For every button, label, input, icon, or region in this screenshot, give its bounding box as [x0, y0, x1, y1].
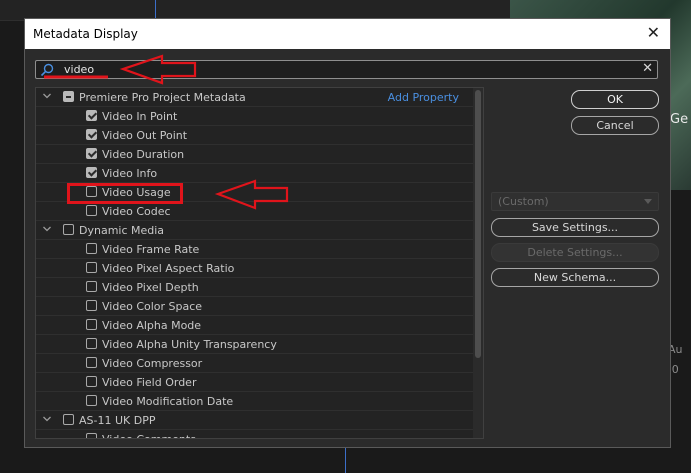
annotation-arrow-video-usage — [214, 179, 289, 210]
annotation-arrow-search — [119, 54, 197, 85]
annotation-overlay — [44, 54, 289, 210]
